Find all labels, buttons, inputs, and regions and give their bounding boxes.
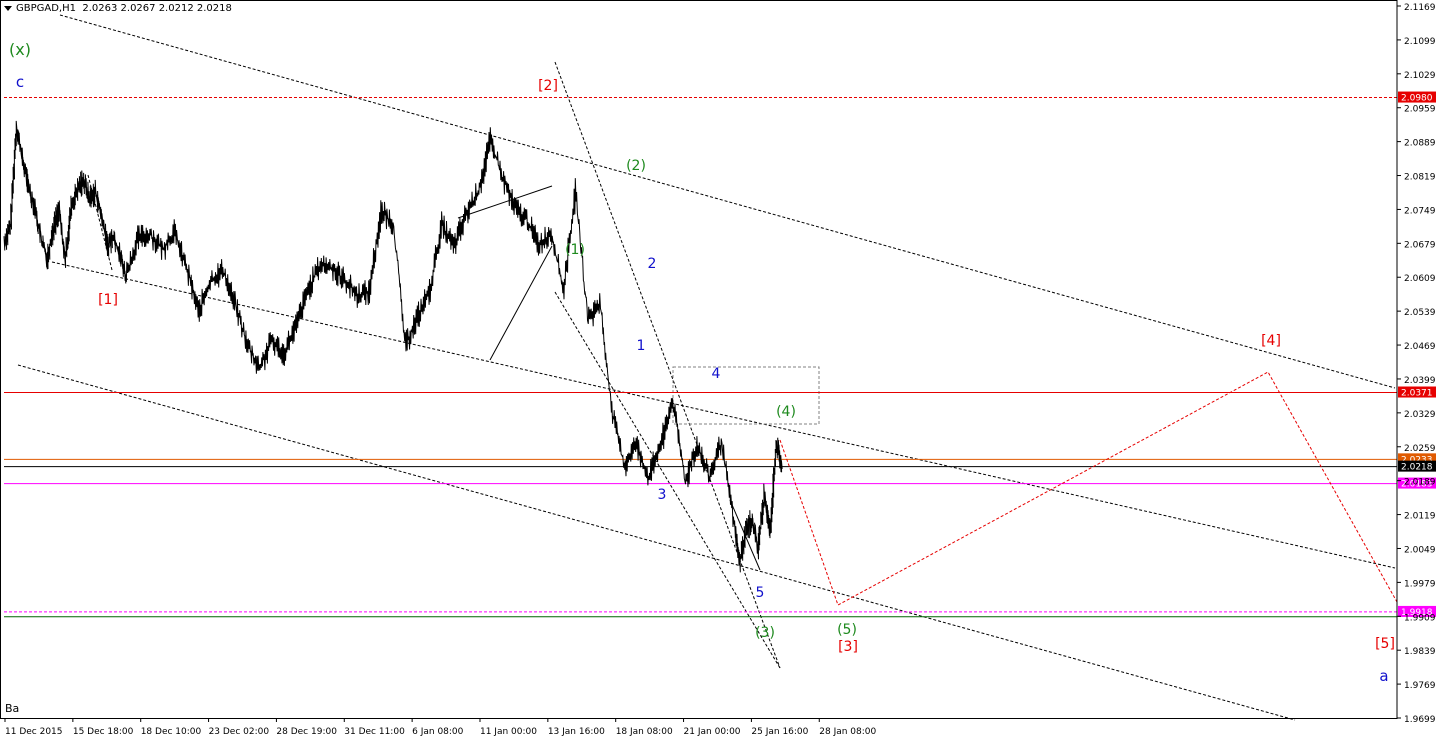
time-axis: 11 Dec 2015 15 Dec 18:00 18 Dec 10:00 23 De… xyxy=(4,718,877,737)
wave-label: c xyxy=(16,73,24,91)
y-tick-label: 1.9699 xyxy=(1404,715,1436,725)
wave-label: (2) xyxy=(626,158,646,174)
x-tick-label: 15 Dec 18:00 xyxy=(73,727,134,737)
x-tick-label: 18 Dec 10:00 xyxy=(141,727,202,737)
y-tick-label: 2.1099 xyxy=(1404,37,1436,47)
wave-label: (x) xyxy=(9,40,31,59)
x-tick-label: 21 Jan 00:00 xyxy=(684,727,741,737)
channel-line xyxy=(554,61,781,669)
wave-label: 4 xyxy=(712,366,721,382)
channel-line xyxy=(51,261,1396,569)
box-zone xyxy=(672,366,820,425)
y-tick-label: 2.0259 xyxy=(1404,444,1436,454)
y-tick-label: 2.1169 xyxy=(1404,3,1436,13)
price-series xyxy=(3,120,783,573)
wave-label: [1] xyxy=(98,292,118,308)
y-tick-label: 2.0049 xyxy=(1404,545,1436,555)
wave-label: 1 xyxy=(637,338,646,354)
channel-line xyxy=(17,364,1296,721)
x-tick-label: 6 Jan 08:00 xyxy=(412,727,464,737)
wave-label: (5) xyxy=(837,622,857,638)
chart-frame xyxy=(0,0,1398,719)
wave-label: 3 xyxy=(658,487,667,503)
wave-label: [4] xyxy=(1261,333,1281,349)
projection-path xyxy=(779,371,1398,606)
wave-label: [2] xyxy=(538,78,558,94)
y-tick-label: 1.9839 xyxy=(1404,647,1436,657)
y-tick-label: 2.0119 xyxy=(1404,512,1436,522)
wave-label: 2 xyxy=(648,256,657,272)
x-tick-label: 25 Jan 16:00 xyxy=(751,727,808,737)
wave-label: (3) xyxy=(755,625,775,641)
y-tick-label: 2.0679 xyxy=(1404,240,1436,250)
price-chart[interactable]: 2.09802.03712.02332.02182.01831.9918 (x)… xyxy=(0,0,1436,742)
x-tick-label: 11 Jan 00:00 xyxy=(480,727,537,737)
channel-line xyxy=(59,14,1396,389)
x-tick-label: 23 Dec 02:00 xyxy=(209,727,270,737)
y-tick-label: 1.9979 xyxy=(1404,579,1436,589)
wave-label: (1) xyxy=(565,242,585,258)
y-tick-label: 2.0329 xyxy=(1404,410,1436,420)
projection-lines xyxy=(779,371,1398,606)
wave-label: a xyxy=(1379,667,1388,685)
y-tick-label: 2.0539 xyxy=(1404,308,1436,318)
wave-label: (4) xyxy=(776,404,796,420)
x-tick-label: 28 Jan 08:00 xyxy=(819,727,876,737)
wave-label: 5 xyxy=(756,585,765,601)
level-price-label: 2.0218 xyxy=(1401,463,1433,473)
level-price-label: 2.0371 xyxy=(1401,389,1433,399)
y-tick-label: 2.0609 xyxy=(1404,274,1436,284)
level-price-label: 2.0980 xyxy=(1401,94,1433,104)
x-tick-label: 13 Jan 16:00 xyxy=(548,727,605,737)
x-tick-label: 11 Dec 2015 xyxy=(5,727,63,737)
y-tick-label: 1.9769 xyxy=(1404,681,1436,691)
x-tick-label: 28 Dec 19:00 xyxy=(276,727,337,737)
horizontal-levels: 2.09802.03712.02332.02182.01831.9918 xyxy=(4,91,1436,618)
channel-lines xyxy=(17,14,1396,721)
y-tick-label: 2.0889 xyxy=(1404,139,1436,149)
y-tick-label: 1.9909 xyxy=(1404,613,1436,623)
y-tick-label: 2.0189 xyxy=(1404,478,1436,488)
y-tick-label: 2.0819 xyxy=(1404,173,1436,183)
trend-line xyxy=(489,245,553,361)
wave-label: [5] xyxy=(1375,636,1395,652)
y-tick-label: 2.0469 xyxy=(1404,342,1436,352)
y-tick-label: 2.1029 xyxy=(1404,71,1436,81)
wave-label: [3] xyxy=(838,639,858,655)
y-tick-label: 2.0399 xyxy=(1404,376,1436,386)
y-tick-label: 2.0749 xyxy=(1404,206,1436,216)
price-line xyxy=(3,120,783,573)
wave-labels: (x) c [1] [2] (1) (2) 2 1 4 (4) 3 5 (3) (5)[3] [4] [5] a xyxy=(9,40,1395,685)
subwindow-label: Ba xyxy=(5,702,20,715)
x-tick-label: 18 Jan 08:00 xyxy=(616,727,673,737)
y-tick-label: 2.0959 xyxy=(1404,105,1436,115)
x-tick-label: 31 Dec 11:00 xyxy=(344,727,405,737)
